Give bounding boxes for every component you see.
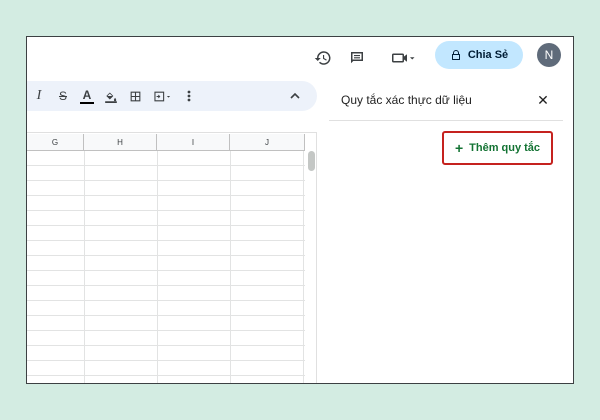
avatar[interactable]: N: [537, 43, 561, 67]
video-call-icon[interactable]: [387, 46, 421, 70]
share-button[interactable]: Chia Sẻ: [435, 41, 523, 69]
vertical-scrollbar[interactable]: [308, 151, 315, 171]
app-window: Chia Sẻ N I S A G H I J Quy tắc xác thực…: [26, 36, 574, 384]
lock-icon: [451, 50, 460, 60]
plus-icon: +: [454, 140, 464, 156]
close-icon[interactable]: ✕: [534, 91, 552, 109]
top-bar: Chia Sẻ N: [27, 37, 573, 81]
column-header-i[interactable]: I: [157, 134, 230, 151]
column-header-h[interactable]: H: [84, 134, 157, 151]
fill-color-icon[interactable]: [99, 85, 123, 107]
column-header-g[interactable]: G: [27, 134, 84, 151]
format-toolbar: I S A: [27, 81, 317, 111]
italic-button[interactable]: I: [27, 85, 51, 107]
panel-divider: [329, 120, 563, 121]
cell-grid[interactable]: [27, 151, 305, 383]
add-rule-button[interactable]: + Thêm quy tắc: [442, 131, 553, 165]
sheet-divider: [316, 133, 317, 383]
strikethrough-button[interactable]: S: [51, 85, 75, 107]
formula-bar[interactable]: [27, 117, 317, 133]
borders-icon[interactable]: [123, 85, 147, 107]
data-validation-panel: Quy tắc xác thực dữ liệu ✕ + Thêm quy tắ…: [329, 81, 563, 383]
history-icon[interactable]: [311, 46, 335, 70]
share-label: Chia Sẻ: [467, 49, 509, 61]
comment-icon[interactable]: [345, 46, 369, 70]
add-rule-label: Thêm quy tắc: [469, 142, 541, 154]
merge-cells-icon[interactable]: [147, 85, 177, 107]
column-header-j[interactable]: J: [230, 134, 305, 151]
chevron-up-icon[interactable]: [283, 85, 307, 107]
more-options-icon[interactable]: [177, 85, 201, 107]
panel-title: Quy tắc xác thực dữ liệu: [341, 93, 472, 107]
text-color-button[interactable]: A: [80, 88, 94, 104]
